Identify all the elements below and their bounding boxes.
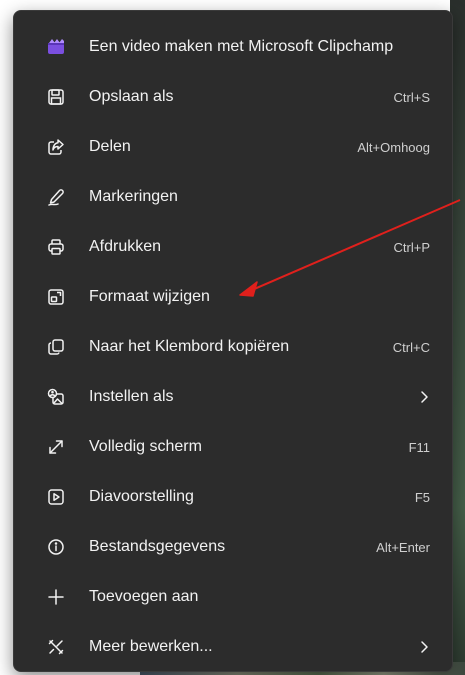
menu-item-label: Afdrukken (89, 238, 162, 255)
copy-icon (46, 337, 66, 357)
menu-item-resize[interactable]: Formaat wijzigen (14, 272, 452, 322)
shortcut-text: Ctrl+C (392, 339, 430, 355)
shortcut-text: F11 (408, 439, 430, 455)
menu-item-fullscreen[interactable]: Volledig scherm F11 (14, 422, 452, 472)
shortcut-text: Ctrl+P (393, 239, 430, 255)
shortcut-text: Alt+Omhoog (357, 139, 430, 155)
context-menu: Een video maken met Microsoft Clipchamp … (13, 10, 453, 672)
menu-item-more-edit[interactable]: Meer bewerken... (14, 622, 452, 671)
set-as-icon (46, 387, 66, 407)
resize-icon (46, 287, 66, 307)
menu-item-label: Bestandsgegevens (89, 538, 226, 555)
menu-item-label: Formaat wijzigen (89, 288, 210, 305)
info-icon (46, 537, 66, 557)
chevron-right-icon (421, 391, 428, 403)
menu-item-label: Toevoegen aan (89, 588, 199, 605)
chevron-right-icon (421, 641, 428, 653)
menu-item-label: Diavoorstelling (89, 488, 194, 505)
screenshot-stage: Een video maken met Microsoft Clipchamp … (0, 0, 465, 675)
shortcut-text: F5 (414, 489, 430, 505)
menu-item-print[interactable]: Afdrukken Ctrl+P (14, 222, 452, 272)
edit-tools-icon (46, 637, 66, 657)
menu-item-slideshow[interactable]: Diavoorstelling F5 (14, 472, 452, 522)
menu-item-label: Naar het Klembord kopiëren (89, 338, 290, 355)
menu-item-label: Meer bewerken... (89, 638, 213, 655)
menu-item-label: Instellen als (89, 388, 174, 405)
menu-item-set-as[interactable]: Instellen als (14, 372, 452, 422)
menu-item-label: Markeringen (89, 188, 178, 205)
menu-item-copy-to-clipboard[interactable]: Naar het Klembord kopiëren Ctrl+C (14, 322, 452, 372)
menu-item-label: Opslaan als (89, 88, 174, 105)
clipchamp-icon (46, 37, 66, 57)
menu-item-markup[interactable]: Markeringen (14, 172, 452, 222)
menu-item-clipchamp[interactable]: Een video maken met Microsoft Clipchamp (14, 22, 452, 72)
menu-item-save-as[interactable]: Opslaan als Ctrl+S (14, 72, 452, 122)
slideshow-icon (46, 487, 66, 507)
printer-icon (46, 237, 66, 257)
plus-icon (46, 587, 66, 607)
menu-item-add-to[interactable]: Toevoegen aan (14, 572, 452, 622)
save-icon (46, 87, 66, 107)
shortcut-text: Alt+Enter (376, 539, 430, 555)
menu-item-label: Delen (89, 138, 131, 155)
fullscreen-icon (46, 437, 66, 457)
shortcut-text: Ctrl+S (393, 89, 430, 105)
share-icon (46, 137, 66, 157)
menu-item-file-info[interactable]: Bestandsgegevens Alt+Enter (14, 522, 452, 572)
menu-item-label: Een video maken met Microsoft Clipchamp (89, 38, 394, 55)
menu-item-share[interactable]: Delen Alt+Omhoog (14, 122, 452, 172)
markup-pen-icon (46, 187, 66, 207)
menu-item-label: Volledig scherm (89, 438, 202, 455)
